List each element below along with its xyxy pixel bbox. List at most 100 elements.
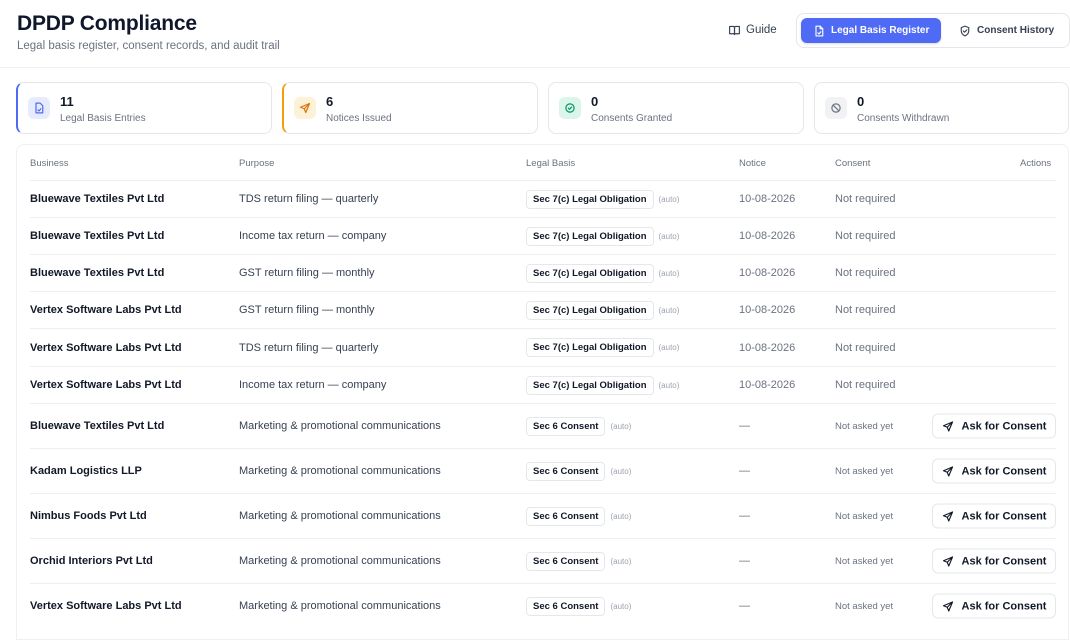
notice-cell: — [739,510,750,522]
purpose-cell: Marketing & promotional communications [239,600,441,612]
legal-basis-cell: Sec 7(c) Legal Obligation (auto) [526,367,679,403]
send-icon [942,600,953,612]
send-icon [942,420,953,432]
table-row: Bluewave Textiles Pvt Ltd GST return fil… [30,254,1056,291]
tab-consent-history[interactable]: Consent History [947,18,1067,43]
stat-card-legal-basis-entries: 11 Legal Basis Entries [16,82,272,134]
legal-basis-badge: Sec 7(c) Legal Obligation [526,375,654,395]
legal-basis-cell: Sec 6 Consent (auto) [526,494,631,538]
stat-card-notices-issued: 6 Notices Issued [282,82,538,134]
ask-for-consent-button[interactable]: Ask for Consent [932,503,1056,529]
send-icon [942,465,953,477]
auto-tag: (auto) [658,194,680,204]
business-cell: Vertex Software Labs Pvt Ltd [30,341,182,354]
auto-tag: (auto) [658,268,680,278]
table-row: Nimbus Foods Pvt Ltd Marketing & promoti… [30,493,1056,538]
ask-for-consent-button[interactable]: Ask for Consent [932,458,1056,484]
send-icon [942,555,953,567]
page-title: DPDP Compliance [17,12,197,35]
consent-cell: Not required [835,267,896,279]
purpose-cell: Income tax return — company [239,379,387,391]
stat-icon-wrap [28,97,50,119]
tab-legal-basis-register[interactable]: Legal Basis Register [801,18,941,43]
consent-cell: Not required [835,193,896,205]
purpose-cell: GST return filing — monthly [239,267,375,279]
table-row: Vertex Software Labs Pvt Ltd TDS return … [30,328,1056,366]
legal-basis-badge: Sec 6 Consent [526,416,606,436]
column-header-business: Business [30,158,69,169]
purpose-cell: Income tax return — company [239,230,387,242]
column-header-consent: Consent [835,158,871,169]
check-circle-icon [565,103,575,113]
auto-tag: (auto) [610,601,632,611]
purpose-cell: Marketing & promotional communications [239,555,441,567]
consent-cell: Not asked yet [835,555,894,567]
business-cell: Vertex Software Labs Pvt Ltd [30,600,182,612]
notice-cell: — [739,420,750,432]
ask-for-consent-button[interactable]: Ask for Consent [932,413,1056,439]
stat-icon-wrap [825,97,847,119]
ask-for-consent-label: Ask for Consent [961,510,1047,522]
consent-cell: Not asked yet [835,600,894,612]
book-icon [729,25,740,35]
legal-basis-badge: Sec 7(c) Legal Obligation [526,189,654,209]
send-icon [299,102,311,114]
purpose-cell: Marketing & promotional communications [239,420,441,432]
business-cell: Bluewave Textiles Pvt Ltd [30,230,165,242]
document-icon [35,102,44,114]
purpose-cell: TDS return filing — quarterly [239,341,379,354]
legal-basis-badge: Sec 7(c) Legal Obligation [526,300,654,320]
table-row: Vertex Software Labs Pvt Ltd Income tax … [30,366,1056,403]
business-cell: Bluewave Textiles Pvt Ltd [30,420,165,432]
business-cell: Vertex Software Labs Pvt Ltd [30,379,182,391]
stat-icon-wrap [559,97,581,119]
legal-basis-cell: Sec 7(c) Legal Obligation (auto) [526,181,679,217]
purpose-cell: Marketing & promotional communications [239,510,441,522]
legal-basis-badge: Sec 6 Consent [526,551,606,571]
stat-label: Notices Issued [326,113,392,124]
guide-label: Guide [746,24,777,36]
ask-for-consent-label: Ask for Consent [961,600,1047,612]
notice-cell: 10-08-2026 [739,341,796,354]
guide-button[interactable]: Guide [728,20,777,40]
ask-for-consent-label: Ask for Consent [961,465,1047,477]
column-header-purpose: Purpose [239,158,275,169]
ask-for-consent-button[interactable]: Ask for Consent [932,593,1056,619]
consent-cell: Not required [835,379,896,391]
ask-for-consent-label: Ask for Consent [961,420,1047,432]
legal-basis-badge: Sec 6 Consent [526,506,606,526]
notice-cell: 10-08-2026 [739,230,796,242]
legal-basis-cell: Sec 7(c) Legal Obligation (auto) [526,218,679,254]
table-row: Vertex Software Labs Pvt Ltd Marketing &… [30,583,1056,628]
tab-label: Consent History [977,25,1055,36]
legal-basis-cell: Sec 6 Consent (auto) [526,404,631,448]
stat-value: 0 [591,94,599,109]
stat-card-consents-granted: 0 Consents Granted [548,82,804,134]
stat-card-consents-withdrawn: 0 Consents Withdrawn [814,82,1069,134]
consent-cell: Not asked yet [835,465,894,477]
notice-cell: 10-08-2026 [739,267,796,279]
auto-tag: (auto) [658,231,680,241]
stat-value: 6 [326,94,334,109]
notice-cell: 10-08-2026 [739,379,796,391]
table-row: Kadam Logistics LLP Marketing & promotio… [30,448,1056,493]
table-row: Bluewave Textiles Pvt Ltd Income tax ret… [30,217,1056,254]
consent-cell: Not required [835,341,896,354]
business-cell: Kadam Logistics LLP [30,465,142,477]
legal-basis-cell: Sec 7(c) Legal Obligation (auto) [526,255,679,291]
table-row: Orchid Interiors Pvt Ltd Marketing & pro… [30,538,1056,583]
column-header-legal-basis: Legal Basis [526,158,576,169]
auto-tag: (auto) [610,556,632,566]
consent-cell: Not asked yet [835,510,894,522]
page-header: DPDP Compliance Legal basis register, co… [0,0,1070,68]
legal-basis-badge: Sec 6 Consent [526,461,606,481]
tab-label: Legal Basis Register [831,25,930,36]
stat-label: Consents Withdrawn [857,113,950,124]
legal-basis-cell: Sec 6 Consent (auto) [526,584,631,628]
legal-basis-badge: Sec 7(c) Legal Obligation [526,226,654,246]
shield-check-icon [960,25,970,36]
page-subtitle: Legal basis register, consent records, a… [17,40,280,52]
ask-for-consent-button[interactable]: Ask for Consent [932,548,1056,574]
business-cell: Nimbus Foods Pvt Ltd [30,510,147,522]
column-header-notice: Notice [739,158,766,169]
